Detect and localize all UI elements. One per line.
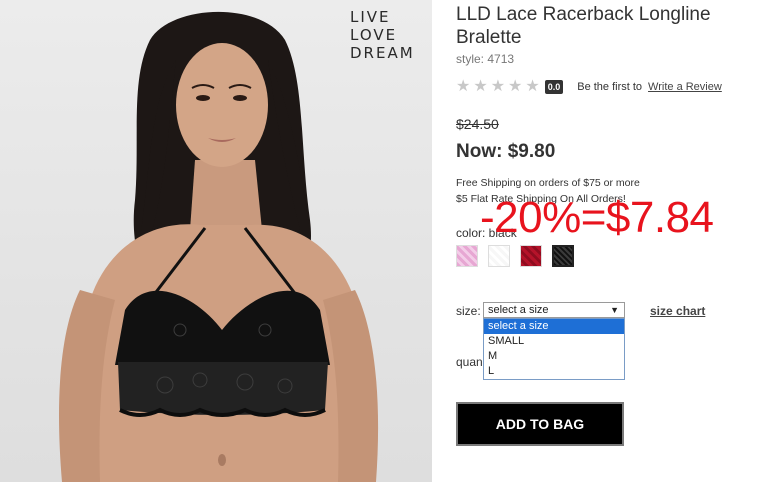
product-photo: LIVE LOVE DREAM: [0, 0, 432, 482]
size-select-value: select a size: [488, 304, 549, 316]
size-option[interactable]: L: [484, 364, 624, 379]
swatch-white[interactable]: [488, 245, 510, 267]
size-option[interactable]: SMALL: [484, 334, 624, 349]
discount-annotation: -20%=$7.84: [480, 193, 714, 242]
size-select[interactable]: select a size ▼: [483, 302, 625, 318]
original-price: $24.50: [456, 116, 499, 132]
brand-logo-line: LIVE: [350, 8, 391, 26]
brand-logo-line: LOVE: [350, 26, 398, 44]
swatch-red[interactable]: [520, 245, 542, 267]
product-style: style: 4713: [456, 52, 515, 66]
size-chart-link[interactable]: size chart: [650, 304, 705, 318]
star-icon: ★: [473, 78, 488, 95]
brand-logo: LIVE LOVE DREAM: [350, 8, 415, 62]
size-option[interactable]: M: [484, 349, 624, 364]
brand-logo-line: DREAM: [350, 44, 415, 62]
rating-row: ★ ★ ★ ★ ★ 0.0 Be the first to Write a Re…: [456, 78, 722, 96]
star-icon: ★: [525, 78, 540, 95]
write-review-link[interactable]: Write a Review: [648, 81, 722, 93]
color-swatches: [456, 245, 584, 267]
swatch-black[interactable]: [552, 245, 574, 267]
shipping-line: Free Shipping on orders of $75 or more: [456, 177, 640, 189]
rating-score-badge: 0.0: [544, 80, 564, 94]
swatch-pink[interactable]: [456, 245, 478, 267]
star-icon: ★: [508, 78, 523, 95]
dropdown-arrow-icon: ▼: [610, 305, 619, 315]
add-to-bag-button[interactable]: ADD TO BAG: [456, 402, 624, 446]
quantity-label: quan: [456, 355, 483, 369]
model-illustration: [59, 11, 379, 482]
star-icon: ★: [490, 78, 506, 95]
be-first-text: Be the first to: [577, 81, 643, 93]
product-title: LLD Lace Racerback Longline Bralette: [456, 4, 711, 48]
size-dropdown-list: select a size SMALL M L: [483, 318, 625, 380]
star-icon: ★: [456, 78, 471, 95]
sale-price: Now: $9.80: [456, 141, 556, 162]
size-label: size:: [456, 304, 481, 318]
size-option[interactable]: select a size: [484, 319, 624, 334]
